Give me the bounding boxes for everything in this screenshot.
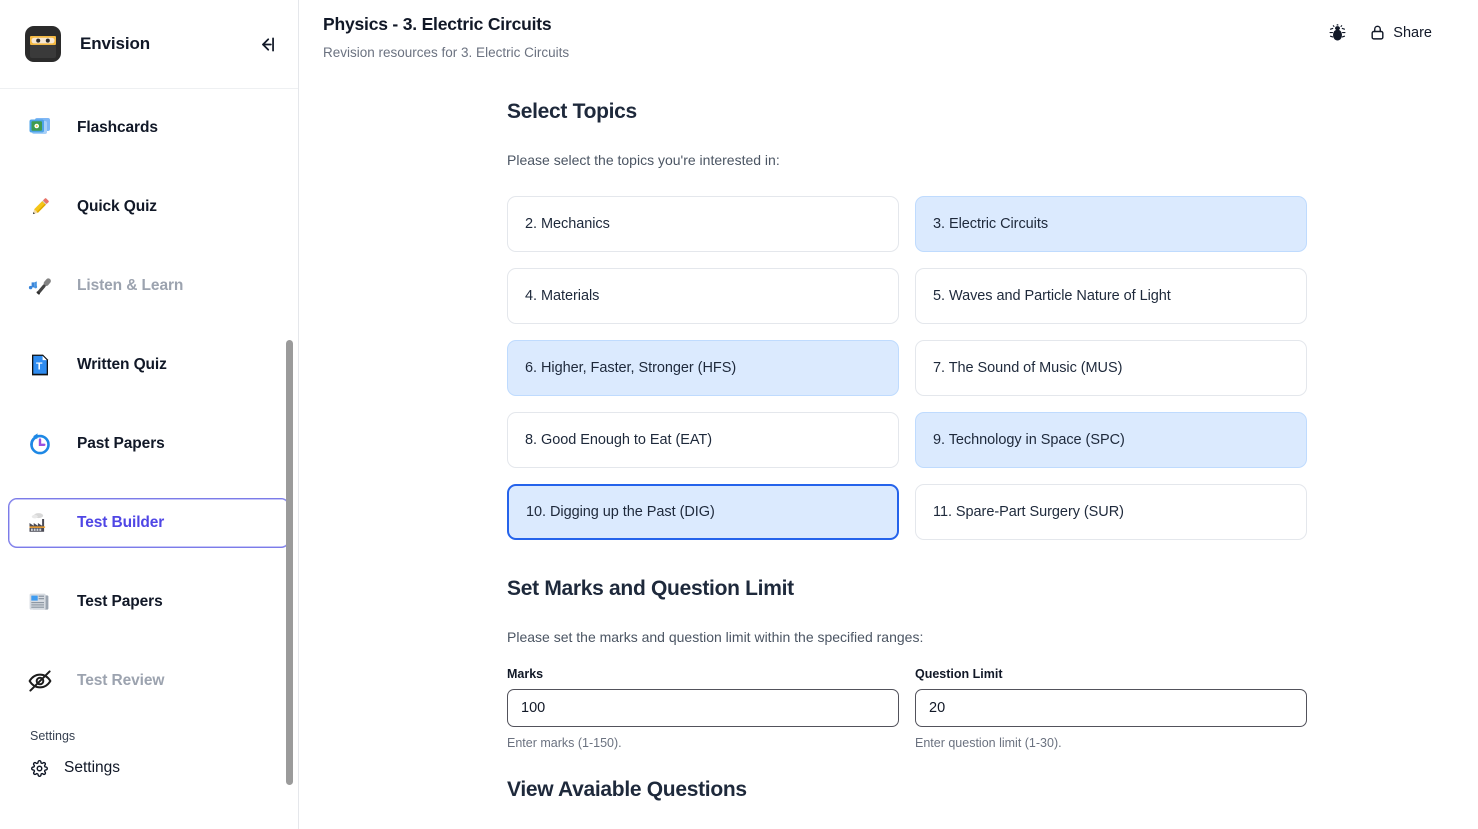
topic-chip-label: 7. The Sound of Music (MUS) bbox=[933, 360, 1123, 376]
topic-chip[interactable]: 10. Digging up the Past (DIG) bbox=[507, 484, 899, 540]
marks-input[interactable] bbox=[507, 689, 899, 727]
sidebar: Envision Flashcards Quick Quiz Listen & … bbox=[0, 0, 299, 829]
content-area: Select Topics Please select the topics y… bbox=[299, 100, 1478, 802]
app-root: Envision Flashcards Quick Quiz Listen & … bbox=[0, 0, 1478, 829]
topbar: Physics - 3. Electric Circuits Revision … bbox=[299, 0, 1478, 89]
brand-name: Envision bbox=[80, 34, 151, 53]
topic-chip[interactable]: 2. Mechanics bbox=[507, 196, 899, 252]
flashcards-icon bbox=[23, 115, 57, 141]
topic-chip[interactable]: 9. Technology in Space (SPC) bbox=[915, 412, 1307, 468]
sidebar-item-flashcards[interactable]: Flashcards bbox=[8, 103, 290, 153]
marks-label: Marks bbox=[507, 667, 544, 681]
sidebar-scrollbar-track[interactable] bbox=[285, 89, 295, 829]
marks-hint: Enter marks (1-150). bbox=[507, 736, 622, 750]
sidebar-item-test-papers[interactable]: Test Papers bbox=[8, 577, 290, 627]
page-subtitle: Revision resources for 3. Electric Circu… bbox=[323, 44, 570, 60]
marks-fields-row: Marks Enter marks (1-150). Question Limi… bbox=[507, 667, 1307, 750]
report-bug-button[interactable] bbox=[1326, 21, 1349, 44]
topic-chip-label: 11. Spare-Part Surgery (SUR) bbox=[933, 504, 1124, 520]
newspaper-icon bbox=[23, 589, 57, 615]
sidebar-scrollbar-thumb[interactable] bbox=[286, 340, 293, 785]
sidebar-item-label: Past Papers bbox=[77, 435, 165, 452]
sidebar-header: Envision bbox=[0, 0, 298, 89]
question-limit-hint: Enter question limit (1-30). bbox=[915, 736, 1062, 750]
select-topics-description: Please select the topics you're interest… bbox=[507, 152, 780, 168]
topic-grid: 2. Mechanics 3. Electric Circuits 4. Mater… bbox=[507, 196, 1307, 540]
sidebar-item-test-review[interactable]: Test Review bbox=[8, 656, 290, 706]
sidebar-item-label: Written Quiz bbox=[77, 356, 167, 373]
question-limit-input[interactable] bbox=[915, 689, 1307, 727]
topic-chip[interactable]: 6. Higher, Faster, Stronger (HFS) bbox=[507, 340, 899, 396]
question-limit-label: Question Limit bbox=[915, 667, 1003, 681]
svg-text:T: T bbox=[36, 361, 43, 373]
document-t-icon: T bbox=[23, 352, 57, 378]
sidebar-item-label: Test Papers bbox=[77, 593, 163, 610]
share-button[interactable]: Share bbox=[1367, 22, 1434, 43]
marks-section-heading: Set Marks and Question Limit bbox=[507, 577, 794, 600]
gear-icon bbox=[30, 759, 48, 777]
sidebar-item-label: Quick Quiz bbox=[77, 198, 157, 215]
topbar-titles: Physics - 3. Electric Circuits Revision … bbox=[323, 13, 569, 60]
pencil-icon bbox=[23, 194, 57, 220]
sidebar-item-label: Flashcards bbox=[77, 119, 158, 136]
topic-chip-label: 6. Higher, Faster, Stronger (HFS) bbox=[525, 360, 737, 376]
topic-chip-label: 8. Good Enough to Eat (EAT) bbox=[525, 432, 712, 448]
topic-chip-label: 5. Waves and Particle Nature of Light bbox=[933, 288, 1171, 304]
topic-chip[interactable]: 8. Good Enough to Eat (EAT) bbox=[507, 412, 899, 468]
sidebar-item-label: Test Review bbox=[77, 672, 165, 689]
page-title: Physics - 3. Electric Circuits bbox=[323, 14, 552, 34]
topic-chip-label: 2. Mechanics bbox=[525, 216, 610, 232]
sidebar-item-past-papers[interactable]: Past Papers bbox=[8, 419, 290, 469]
topic-chip-label: 3. Electric Circuits bbox=[933, 216, 1049, 232]
main-content: Physics - 3. Electric Circuits Revision … bbox=[299, 0, 1478, 829]
select-topics-heading: Select Topics bbox=[507, 100, 637, 123]
marks-field-group: Marks Enter marks (1-150). bbox=[507, 667, 899, 750]
ninja-emoji-icon bbox=[22, 23, 64, 65]
sidebar-item-label: Settings bbox=[64, 759, 121, 776]
clock-rewind-icon bbox=[23, 431, 57, 457]
question-limit-field-group: Question Limit Enter question limit (1-3… bbox=[915, 667, 1307, 750]
sidebar-item-label: Listen & Learn bbox=[77, 277, 184, 294]
lock-icon bbox=[1371, 25, 1384, 40]
topic-chip[interactable]: 3. Electric Circuits bbox=[915, 196, 1307, 252]
topic-chip[interactable]: 11. Spare-Part Surgery (SUR) bbox=[915, 484, 1307, 540]
topbar-actions: Share bbox=[1326, 13, 1454, 44]
sidebar-item-listen-and-learn[interactable]: Listen & Learn bbox=[8, 261, 290, 311]
topic-chip[interactable]: 4. Materials bbox=[507, 268, 899, 324]
share-button-label: Share bbox=[1393, 24, 1432, 41]
factory-icon bbox=[23, 510, 57, 536]
topic-chip[interactable]: 5. Waves and Particle Nature of Light bbox=[915, 268, 1307, 324]
sidebar-item-label: Test Builder bbox=[77, 514, 165, 531]
topic-chip[interactable]: 7. The Sound of Music (MUS) bbox=[915, 340, 1307, 396]
eye-slash-icon bbox=[23, 668, 57, 694]
sidebar-item-test-builder[interactable]: Test Builder bbox=[8, 498, 290, 548]
available-questions-heading: View Avaiable Questions bbox=[507, 778, 747, 801]
topic-chip-label: 9. Technology in Space (SPC) bbox=[933, 432, 1125, 448]
arrow-left-to-line-icon bbox=[261, 37, 274, 51]
microphone-icon bbox=[23, 273, 57, 299]
topic-chip-label: 10. Digging up the Past (DIG) bbox=[526, 504, 715, 520]
sidebar-item-written-quiz[interactable]: T Written Quiz bbox=[8, 340, 290, 390]
bug-icon bbox=[1329, 24, 1346, 41]
sidebar-nav: Flashcards Quick Quiz Listen & Learn T W… bbox=[0, 89, 298, 783]
topic-chip-label: 4. Materials bbox=[525, 288, 600, 304]
sidebar-item-settings[interactable]: Settings bbox=[8, 753, 290, 783]
sidebar-item-quick-quiz[interactable]: Quick Quiz bbox=[8, 182, 290, 232]
marks-section-description: Please set the marks and question limit … bbox=[507, 629, 924, 645]
sidebar-collapse-button[interactable] bbox=[252, 30, 280, 58]
sidebar-section-label-settings: Settings bbox=[30, 729, 76, 743]
